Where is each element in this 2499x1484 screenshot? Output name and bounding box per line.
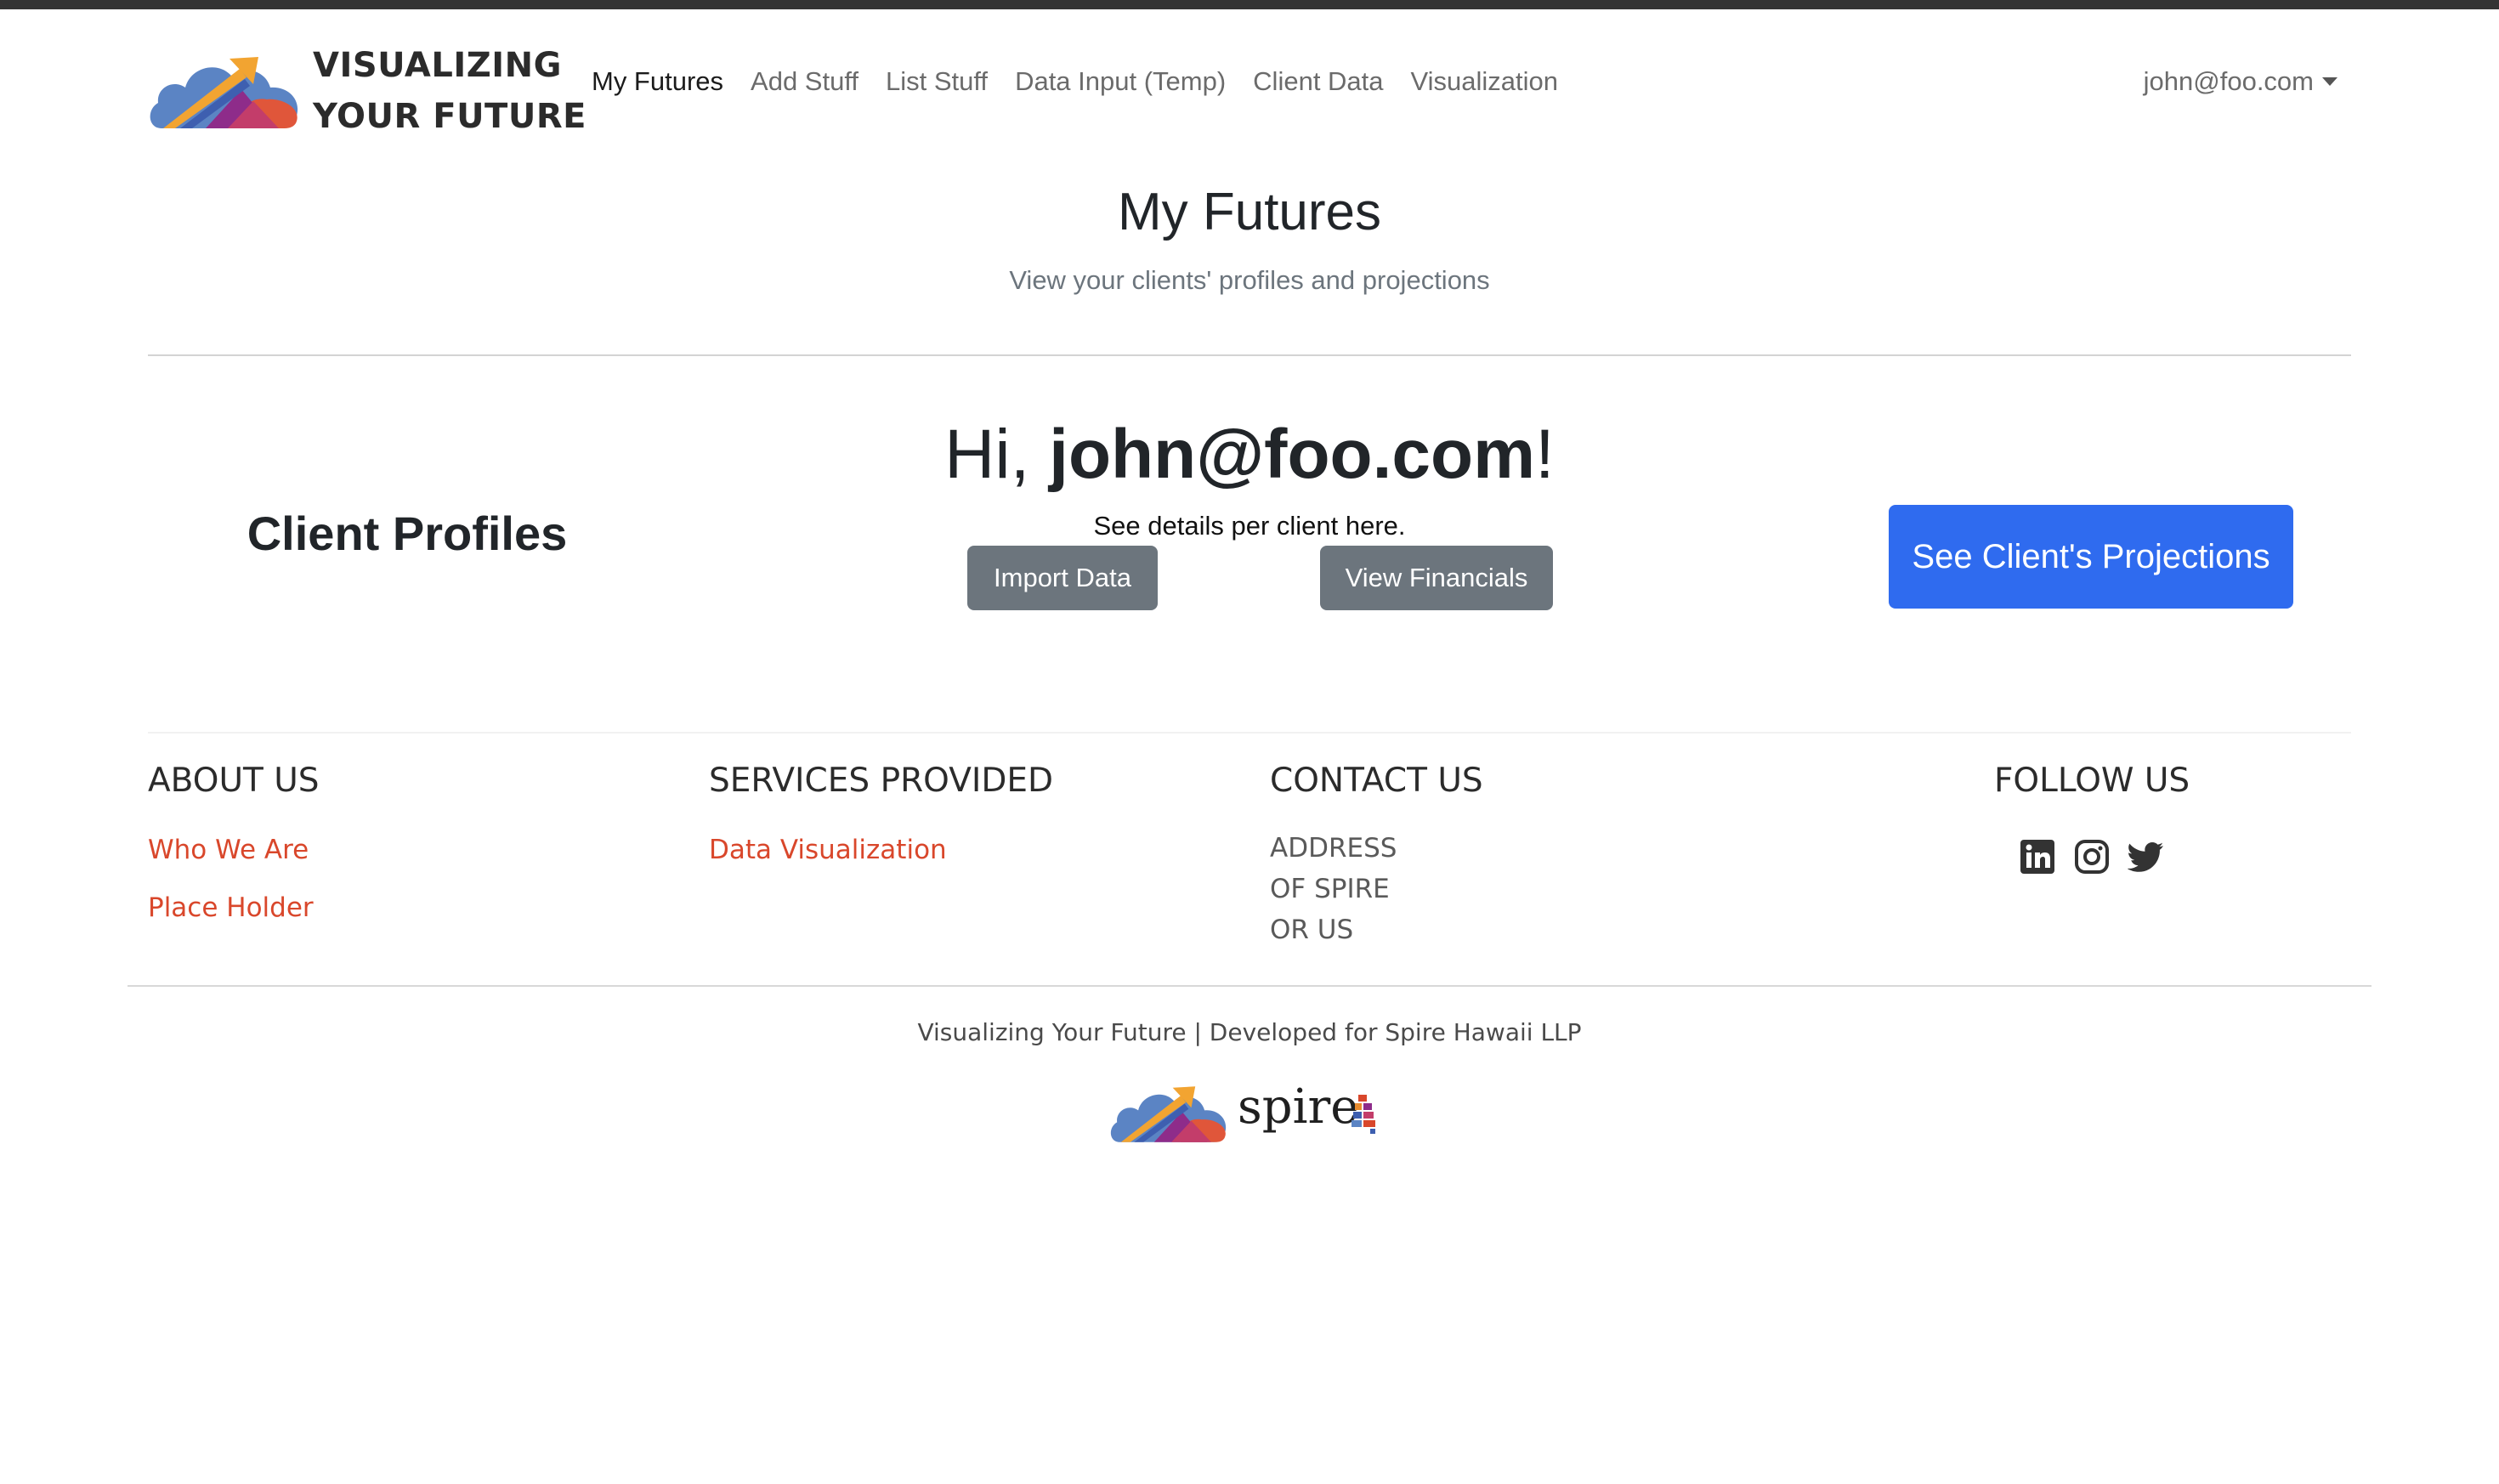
view-financials-button[interactable]: View Financials: [1320, 546, 1553, 610]
greeting-user: john@foo.com: [1049, 416, 1536, 493]
import-data-button[interactable]: Import Data: [967, 546, 1158, 610]
footer-link-who-we-are[interactable]: Who We Are: [148, 821, 320, 879]
nav-link-add-stuff[interactable]: Add Stuff: [737, 60, 872, 103]
brand-title-line2: YOUR FUTURE: [313, 97, 586, 136]
contact-address: ADDRESS OF SPIRE OR US: [1270, 828, 1483, 950]
header-divider: [148, 354, 2351, 356]
instagram-icon[interactable]: [2073, 838, 2111, 875]
twitter-icon[interactable]: [2128, 838, 2165, 875]
linkedin-icon[interactable]: [2019, 838, 2056, 875]
caret-down-icon: [2322, 77, 2338, 86]
user-dropdown[interactable]: john@foo.com: [2144, 60, 2338, 103]
nav-links: My Futures Add Stuff List Stuff Data Inp…: [578, 60, 1572, 103]
footer-link-place-holder[interactable]: Place Holder: [148, 879, 320, 937]
footer-bottom-divider: [128, 985, 2372, 987]
greeting: Hi, john@foo.com!: [0, 408, 2499, 501]
footer-link-data-visualization[interactable]: Data Visualization: [709, 821, 1053, 879]
brand-title-line1: VISUALIZING: [313, 46, 562, 85]
copyright-text: Visualizing Your Future | Developed for …: [917, 1018, 1582, 1046]
nav-link-list-stuff[interactable]: List Stuff: [872, 60, 1001, 103]
brand-home-link[interactable]: VISUALIZING YOUR FUTURE: [146, 33, 586, 139]
see-projections-button[interactable]: See Client's Projections: [1889, 505, 2293, 609]
address-line: OF SPIRE: [1270, 874, 1390, 904]
nav-link-my-futures[interactable]: My Futures: [578, 60, 737, 103]
spire-mark-icon: [1352, 1095, 1375, 1134]
footer-top-divider: [148, 732, 2351, 734]
footer-about-heading: ABOUT US: [148, 762, 320, 800]
greeting-suffix: !: [1535, 416, 1555, 493]
footer-follow-section: FOLLOW US: [1994, 755, 2190, 875]
page-title: My Futures: [1117, 183, 1382, 241]
window-top-bar: [0, 0, 2499, 9]
address-line: ADDRESS: [1270, 833, 1397, 864]
page-subtitle: View your clients' profiles and projecti…: [1009, 265, 1490, 295]
address-line: OR US: [1270, 915, 1354, 945]
cloud-arrow-logo-icon: [150, 57, 298, 128]
footer-contact-heading: CONTACT US: [1270, 762, 1483, 800]
footer-contact-section: CONTACT US ADDRESS OF SPIRE OR US: [1270, 755, 1483, 950]
user-email: john@foo.com: [2143, 66, 2314, 96]
cloud-arrow-logo-icon: [1110, 1086, 1227, 1142]
navbar: VISUALIZING YOUR FUTURE My Futures Add S…: [0, 9, 2499, 154]
nav-link-data-input[interactable]: Data Input (Temp): [1001, 60, 1239, 103]
footer-about-section: ABOUT US Who We Are Place Holder: [148, 755, 320, 937]
footer-services-section: SERVICES PROVIDED Data Visualization: [709, 755, 1053, 879]
greeting-prefix: Hi,: [944, 416, 1050, 493]
social-icons: [1994, 838, 2190, 875]
footer-follow-heading: FOLLOW US: [1994, 762, 2190, 800]
nav-link-client-data[interactable]: Client Data: [1239, 60, 1397, 103]
footer-services-heading: SERVICES PROVIDED: [709, 762, 1054, 800]
nav-link-visualization[interactable]: Visualization: [1397, 60, 1572, 103]
spire-partner-logo-text: spire: [1238, 1079, 1359, 1135]
